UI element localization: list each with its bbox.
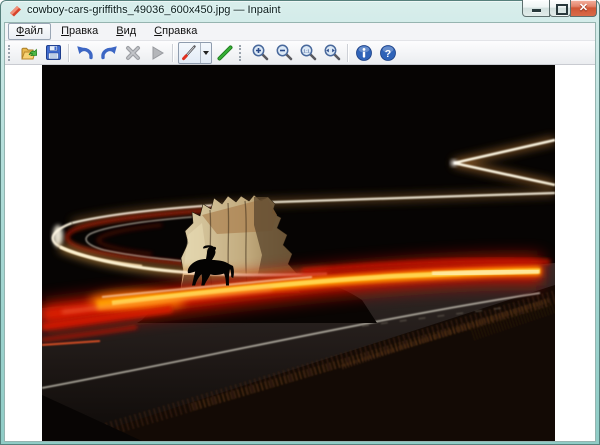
toolbar-grip[interactable] (8, 45, 13, 61)
toolbar-separator (347, 44, 349, 62)
redo-button[interactable] (97, 41, 121, 65)
info-button[interactable] (352, 41, 376, 65)
save-button[interactable] (41, 41, 65, 65)
zoom-fit-button[interactable] (320, 41, 344, 65)
help-icon: ? (379, 44, 397, 62)
open-button[interactable] (17, 41, 41, 65)
line-tool-button[interactable] (213, 41, 237, 65)
chevron-down-icon (203, 51, 209, 55)
zoom-in-icon (251, 43, 270, 62)
save-floppy-icon (45, 44, 62, 61)
delete-cross-icon (124, 44, 142, 62)
svg-text:?: ? (385, 48, 391, 60)
zoom-out-icon (275, 43, 294, 62)
minimize-button[interactable] (522, 0, 550, 17)
help-button[interactable]: ? (376, 41, 400, 65)
close-icon: ✕ (571, 1, 596, 14)
marker-pencil-icon (179, 43, 200, 63)
menu-edit[interactable]: Правка (53, 23, 106, 40)
client-area: Файл Правка Вид Справка (4, 22, 596, 442)
redo-icon (99, 43, 119, 63)
svg-text:1:1: 1:1 (303, 48, 310, 53)
undo-button[interactable] (73, 41, 97, 65)
run-play-icon (148, 44, 166, 62)
menu-view[interactable]: Вид (108, 23, 144, 40)
close-button[interactable]: ✕ (570, 0, 597, 17)
toolbar-separator (172, 44, 174, 62)
maximize-icon (556, 4, 568, 15)
maximize-button[interactable] (549, 0, 571, 17)
image-canvas (5, 65, 595, 441)
zoom-fit-icon (323, 43, 342, 62)
zoom-actual-icon: 1:1 (299, 43, 318, 62)
window-title: cowboy-cars-griffiths_49036_600x450.jpg … (27, 4, 281, 16)
menu-help[interactable]: Справка (146, 23, 205, 40)
photo-editing-area[interactable] (42, 65, 555, 441)
line-tool-icon (216, 44, 234, 62)
title-bar[interactable]: cowboy-cars-griffiths_49036_600x450.jpg … (0, 0, 600, 22)
undo-icon (75, 43, 95, 63)
inpaint-eraser-icon (8, 4, 22, 18)
open-folder-icon (20, 44, 38, 62)
run-button[interactable] (145, 41, 169, 65)
marker-tool-button[interactable] (178, 42, 212, 64)
menu-file[interactable]: Файл (8, 23, 51, 40)
info-icon (355, 44, 373, 62)
toolbar: 1:1 (5, 41, 595, 65)
delete-selection-button[interactable] (121, 41, 145, 65)
toolbar-separator (68, 44, 70, 62)
inpaint-window: cowboy-cars-griffiths_49036_600x450.jpg … (0, 0, 600, 445)
minimize-icon (532, 9, 541, 12)
zoom-in-button[interactable] (248, 41, 272, 65)
zoom-out-button[interactable] (272, 41, 296, 65)
menu-bar: Файл Правка Вид Справка (5, 23, 595, 41)
caption-buttons: ✕ (523, 0, 597, 17)
marker-dropdown[interactable] (200, 43, 211, 63)
zoom-actual-button[interactable]: 1:1 (296, 41, 320, 65)
toolbar-grip[interactable] (239, 45, 244, 61)
screenshot: cowboy-cars-griffiths_49036_600x450.jpg … (0, 0, 600, 445)
